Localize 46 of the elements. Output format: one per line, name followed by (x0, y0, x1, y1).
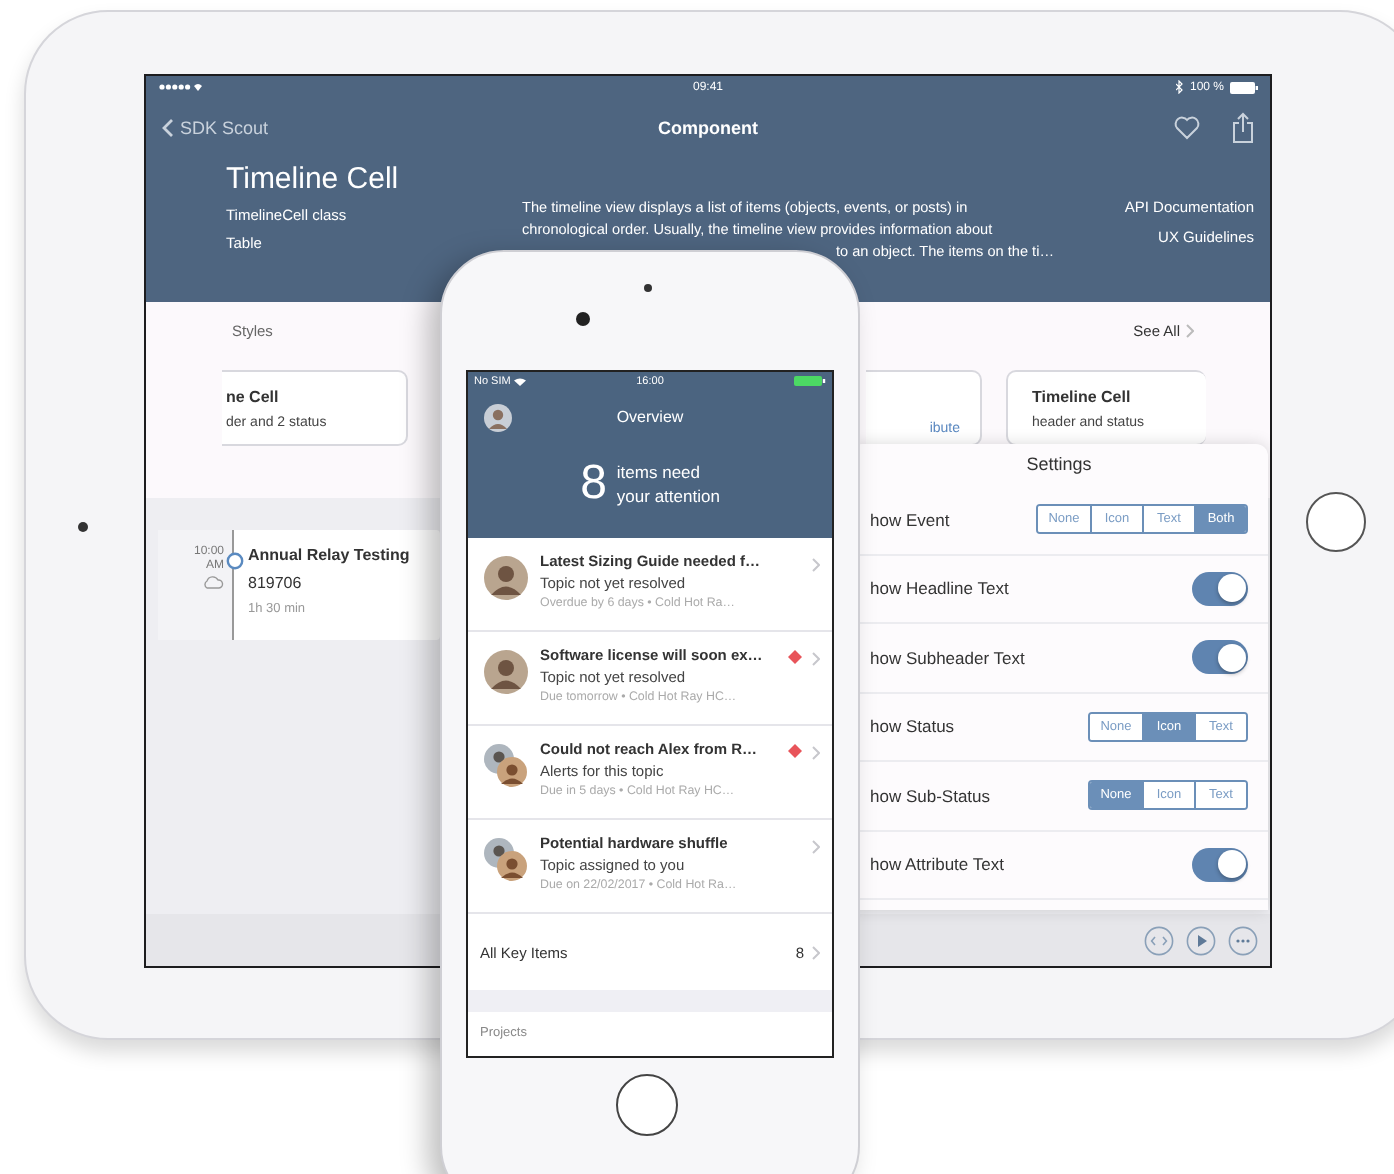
share-icon[interactable] (1232, 112, 1254, 144)
component-title: Timeline Cell (226, 162, 401, 196)
camera-dot (576, 312, 590, 326)
timeline-node-icon (226, 552, 244, 570)
setting-label: how Headline Text (870, 578, 1009, 599)
speaker-grille (644, 284, 652, 292)
card-title: ne Cell (226, 387, 281, 405)
event-number: 819706 (248, 574, 304, 592)
setting-label: how Attribute Text (870, 854, 1004, 875)
setting-label: how Subheader Text (870, 647, 1025, 668)
home-button[interactable] (1306, 492, 1366, 552)
toggle-switch[interactable] (1192, 847, 1248, 882)
wifi-icon (514, 377, 527, 385)
cloud-icon (202, 574, 224, 590)
chevron-icon (812, 746, 820, 760)
toggle-switch[interactable] (1192, 571, 1248, 606)
chevron-icon (812, 840, 820, 854)
attention-message: your attention (616, 484, 720, 508)
avatar[interactable] (484, 403, 512, 431)
item-count: 8 (580, 456, 607, 512)
heart-icon[interactable] (1174, 116, 1200, 140)
setting-label: how Event (870, 509, 950, 530)
back-button[interactable]: SDK Scout (162, 118, 269, 138)
card-title: Timeline Cell (1032, 387, 1133, 405)
battery-icon (1230, 81, 1258, 93)
chevron-icon (812, 652, 820, 666)
play-icon[interactable] (1186, 925, 1216, 955)
event-title: Annual Relay Testing (248, 546, 410, 564)
bluetooth-icon (1175, 80, 1184, 94)
setting-label: how Status (870, 716, 955, 737)
chevron-icon (1186, 324, 1194, 338)
more-icon[interactable] (1228, 925, 1258, 955)
setting-label: how Sub-Status (870, 785, 991, 806)
back-chevron-icon (162, 118, 174, 138)
toggle-switch[interactable] (1192, 640, 1248, 675)
battery-icon (794, 376, 826, 386)
signal-icon (158, 82, 202, 92)
nav-title: Component (658, 118, 758, 138)
code-icon[interactable] (1144, 925, 1174, 955)
attention-message: items need (616, 460, 703, 484)
panel-title: Settings (1024, 452, 1094, 478)
chevron-icon (812, 558, 820, 572)
home-button[interactable] (616, 1074, 678, 1136)
camera-dot (78, 522, 88, 532)
chevron-icon (812, 945, 820, 959)
screen-title: Overview (616, 408, 684, 426)
